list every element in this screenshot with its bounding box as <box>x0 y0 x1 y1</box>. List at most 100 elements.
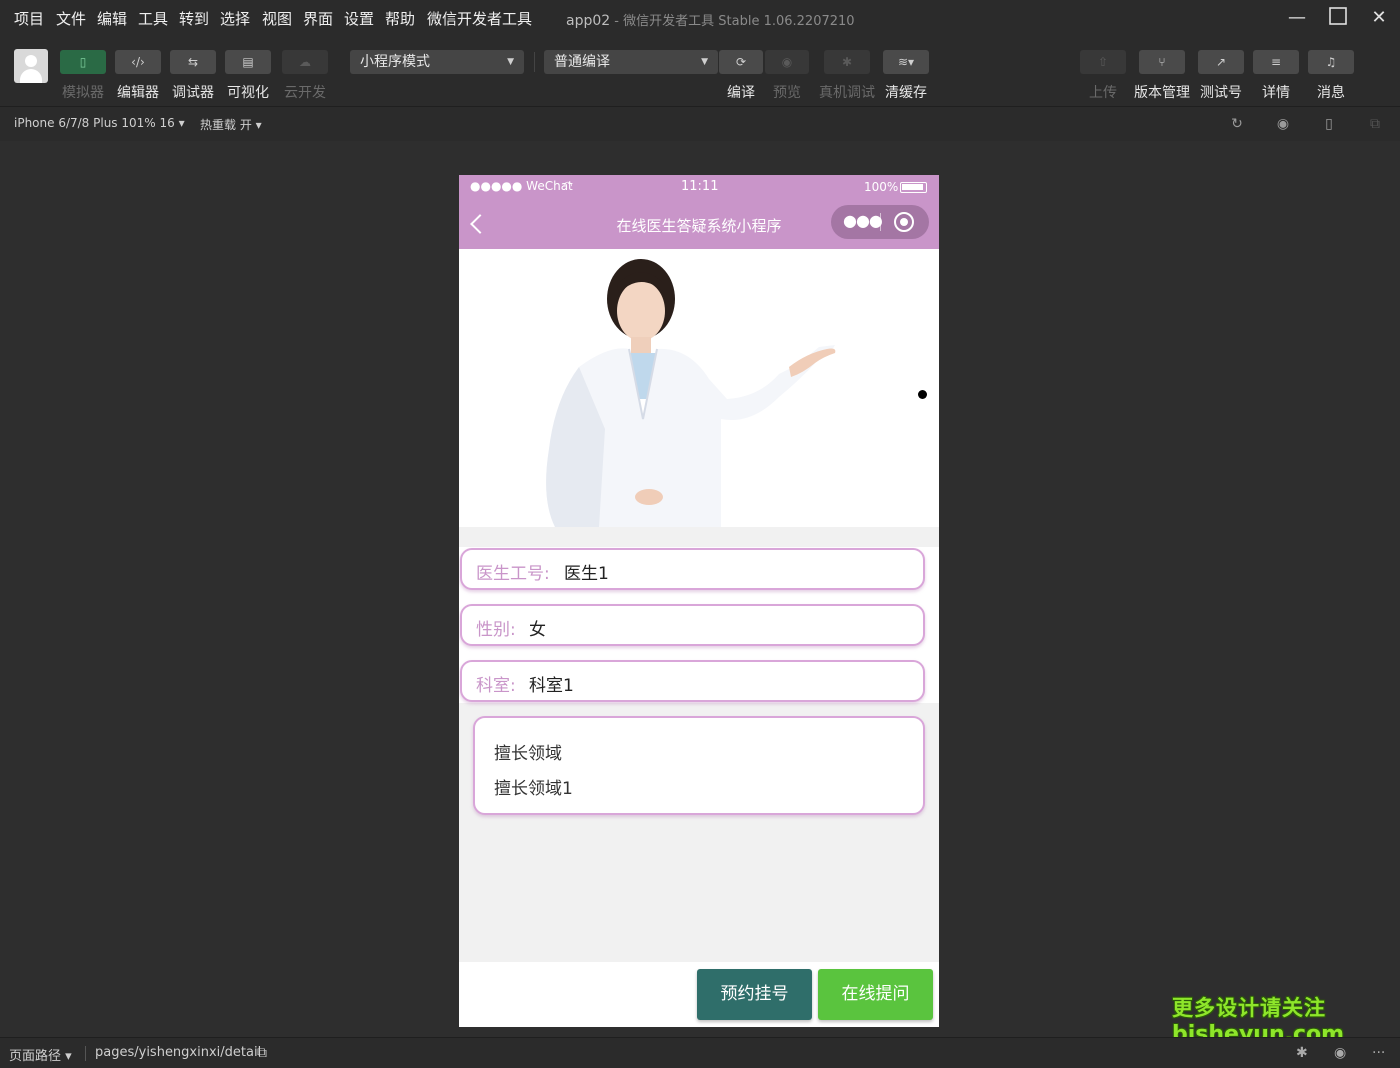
bug-icon[interactable]: ✱ <box>1296 1045 1308 1061</box>
menu-settings[interactable]: 设置 <box>344 8 374 29</box>
toolbar-divider <box>534 52 535 72</box>
page-path-value: pages/yishengxinxi/detail <box>95 1045 262 1060</box>
doctor-id-label: 医生工号: <box>476 564 550 584</box>
menu-tools[interactable]: 工具 <box>138 8 168 29</box>
rotate-icon[interactable]: ↻ <box>1228 115 1246 133</box>
hot-reload-toggle[interactable]: 热重载 开 ▾ <box>200 116 262 133</box>
messages-button[interactable]: 消息 <box>1303 82 1359 102</box>
eye-icon[interactable]: ◉ <box>765 50 809 74</box>
external-link-icon[interactable]: ↗ <box>1198 50 1244 74</box>
minimize-icon[interactable]: — <box>1284 6 1310 30</box>
bug-icon[interactable]: ✱ <box>824 50 870 74</box>
window-icon[interactable]: ⧉ <box>1366 115 1384 133</box>
capsule-menu[interactable]: ●●● <box>831 205 929 239</box>
menu-interface[interactable]: 界面 <box>303 8 333 29</box>
main-toolbar: ▯ 模拟器 ‹/› 编辑器 ⇆ 调试器 ▤ 可视化 ☁ 云开发 小程序模式 ▼ 普… <box>0 38 1400 106</box>
simulator-icon[interactable]: ▯ <box>60 50 106 74</box>
menu-edit[interactable]: 编辑 <box>97 8 127 29</box>
gender-value: 女 <box>529 620 546 640</box>
chevron-down-icon: ▼ <box>507 57 514 67</box>
debugger-button[interactable]: 调试器 <box>165 82 221 102</box>
editor-icon[interactable]: ‹/› <box>115 50 161 74</box>
doctor-illustration <box>459 249 939 527</box>
doctor-id-field: 医生工号: 医生1 <box>460 548 925 590</box>
status-time: 11:11 <box>681 179 719 194</box>
signal-carrier: ●●●●● WeChat <box>470 179 573 193</box>
compile-select[interactable]: 普通编译 ▼ <box>544 50 718 74</box>
gender-field: 性别: 女 <box>460 604 925 646</box>
status-bar: 页面路径 ▾ pages/yishengxinxi/detail ⧉ ✱ ◉ ·… <box>0 1037 1400 1068</box>
device-select-value: iPhone 6/7/8 Plus 101% 16 <box>14 116 175 130</box>
menu-goto[interactable]: 转到 <box>179 8 209 29</box>
watermark-line1: 更多设计请关注 <box>1172 996 1326 1020</box>
more-icon[interactable]: ··· <box>1372 1045 1385 1061</box>
close-icon[interactable]: ✕ <box>1366 6 1392 30</box>
bell-icon[interactable]: ♫ <box>1308 50 1354 74</box>
menu-lines-icon[interactable]: ≡ <box>1253 50 1299 74</box>
simulator-toolbar: iPhone 6/7/8 Plus 101% 16 ▾ 热重载 开 ▾ ↻ ◉ … <box>0 106 1400 141</box>
specialty-value: 擅长领域1 <box>494 779 573 799</box>
battery-percent: 100% <box>864 180 899 194</box>
app-title: - 微信开发者工具 Stable 1.06.2207210 <box>610 14 855 29</box>
menu-project[interactable]: 项目 <box>14 8 44 29</box>
compile-select-value: 普通编译 <box>554 54 610 70</box>
menu-view[interactable]: 视图 <box>262 8 292 29</box>
cloud-button[interactable]: 云开发 <box>277 82 333 102</box>
device-select[interactable]: iPhone 6/7/8 Plus 101% 16 ▾ <box>14 116 185 130</box>
layers-icon[interactable]: ≋▾ <box>883 50 929 74</box>
remote-debug-button[interactable]: 真机调试 <box>812 82 882 102</box>
debugger-icon[interactable]: ⇆ <box>170 50 216 74</box>
simulator-button[interactable]: 模拟器 <box>55 82 111 102</box>
status-divider <box>85 1046 86 1061</box>
editor-button[interactable]: 编辑器 <box>110 82 166 102</box>
maximize-icon[interactable] <box>1325 6 1351 30</box>
mode-select-value: 小程序模式 <box>360 54 430 70</box>
phone-status-bar: ●●●●● WeChat ◠ 11:11 100% <box>459 175 939 199</box>
wifi-icon: ◠ <box>563 179 573 192</box>
preview-button[interactable]: 预览 <box>759 82 815 102</box>
record-icon[interactable]: ◉ <box>1274 115 1292 133</box>
appointment-button[interactable]: 预约挂号 <box>697 969 812 1020</box>
copy-icon[interactable]: ⧉ <box>257 1045 267 1061</box>
visual-icon[interactable]: ▤ <box>225 50 271 74</box>
details-button[interactable]: 详情 <box>1248 82 1304 102</box>
visual-button[interactable]: 可视化 <box>220 82 276 102</box>
bottom-action-bar: 预约挂号 在线提问 <box>459 962 939 1027</box>
doctor-photo <box>459 249 939 527</box>
hot-reload-value: 热重载 开 <box>200 118 252 132</box>
close-target-icon[interactable] <box>894 212 914 232</box>
refresh-icon[interactable]: ⟳ <box>719 50 763 74</box>
page-path-label: 页面路径 <box>9 1049 62 1064</box>
specialty-card: 擅长领域 擅长领域1 <box>473 716 925 815</box>
test-account-button[interactable]: 测试号 <box>1193 82 1249 102</box>
title-bar: 项目 文件 编辑 工具 转到 选择 视图 界面 设置 帮助 微信开发者工具 ap… <box>0 0 1400 38</box>
upload-button[interactable]: 上传 <box>1075 82 1131 102</box>
swiper-indicator[interactable] <box>918 390 927 399</box>
specialty-title: 擅长领域 <box>494 744 562 764</box>
mode-select[interactable]: 小程序模式 ▼ <box>350 50 524 74</box>
doctor-id-value: 医生1 <box>564 564 609 584</box>
phone-simulator: ●●●●● WeChat ◠ 11:11 100% 在线医生答疑系统小程序 ●●… <box>459 175 939 1027</box>
chevron-down-icon: ▼ <box>701 57 708 67</box>
page-path-select[interactable]: 页面路径 ▾ <box>9 1045 72 1064</box>
branch-icon[interactable]: ⑂ <box>1139 50 1185 74</box>
version-button[interactable]: 版本管理 <box>1128 82 1196 102</box>
eye-icon[interactable]: ◉ <box>1334 1045 1346 1061</box>
menu-select[interactable]: 选择 <box>220 8 250 29</box>
menu-file[interactable]: 文件 <box>56 8 86 29</box>
avatar[interactable] <box>14 49 48 83</box>
department-label: 科室: <box>476 676 516 696</box>
phone-nav-bar: 在线医生答疑系统小程序 ●●● <box>459 199 939 249</box>
department-field: 科室: 科室1 <box>460 660 925 702</box>
cloud-icon[interactable]: ☁ <box>282 50 328 74</box>
menu-wechat-devtools[interactable]: 微信开发者工具 <box>427 8 532 29</box>
more-dots-icon[interactable]: ●●● <box>843 211 883 230</box>
menu-help[interactable]: 帮助 <box>385 8 415 29</box>
ask-online-button[interactable]: 在线提问 <box>818 969 933 1020</box>
project-name: app02 <box>566 13 611 29</box>
upload-icon[interactable]: ⇧ <box>1080 50 1126 74</box>
clear-cache-button[interactable]: 清缓存 <box>878 82 934 102</box>
phone-icon[interactable]: ▯ <box>1320 115 1338 133</box>
department-value: 科室1 <box>529 676 574 696</box>
gender-label: 性别: <box>476 620 516 640</box>
